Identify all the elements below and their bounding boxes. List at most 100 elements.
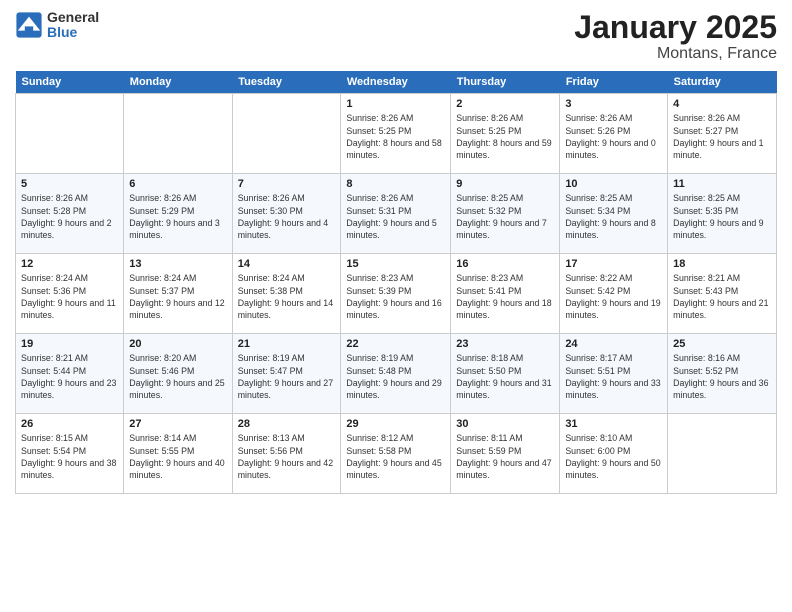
day-of-week-header: Wednesday (341, 71, 451, 94)
calendar-cell: 7Sunrise: 8:26 AMSunset: 5:30 PMDaylight… (232, 174, 341, 254)
title-block: January 2025 Montans, France (574, 10, 777, 63)
day-number: 5 (21, 178, 118, 190)
day-number: 27 (129, 418, 226, 430)
sunset-label: Sunset: 5:28 PM (21, 206, 86, 216)
sunrise-label: Sunrise: 8:10 AM (565, 433, 632, 443)
sunrise-label: Sunrise: 8:20 AM (129, 353, 196, 363)
calendar-cell: 24 Sunrise: 8:17 AM Sunset: 5:51 PM Dayligh… (560, 334, 668, 414)
day-number: 30 (456, 418, 554, 430)
day-info: Sunrise: 8:22 AMSunset: 5:42 PMDaylight:… (565, 272, 662, 321)
daylight-label: Daylight: 9 hours and 45 minutes. (346, 458, 441, 480)
day-info: Sunrise: 8:24 AMSunset: 5:37 PMDaylight:… (129, 272, 226, 321)
sunrise-label: Sunrise: 8:25 AM (673, 193, 740, 203)
sunrise-label: Sunrise: 8:15 AM (21, 433, 88, 443)
day-number: 14 (238, 258, 336, 270)
calendar-cell: 17Sunrise: 8:22 AMSunset: 5:42 PMDayligh… (560, 254, 668, 334)
sunset-label: Sunset: 5:26 PM (565, 126, 630, 136)
sunset-label: Sunset: 6:00 PM (565, 446, 630, 456)
sunrise-label: Sunrise: 8:17 AM (565, 353, 632, 363)
daylight-label: Daylight: 9 hours and 11 minutes. (21, 298, 116, 320)
calendar-cell: 20Sunrise: 8:20 AMSunset: 5:46 PMDayligh… (124, 334, 232, 414)
day-info: Sunrise: 8:26 AMSunset: 5:31 PMDaylight:… (346, 192, 445, 241)
sunrise-label: Sunrise: 8:26 AM (129, 193, 196, 203)
sunset-label: Sunset: 5:51 PM (565, 366, 630, 376)
sunrise-label: Sunrise: 8:26 AM (238, 193, 305, 203)
day-number: 4 (673, 98, 771, 110)
day-info: Sunrise: 8:24 AMSunset: 5:36 PMDaylight:… (21, 272, 118, 321)
sunset-label: Sunset: 5:30 PM (238, 206, 303, 216)
day-info: Sunrise: 8:26 AMSunset: 5:27 PMDaylight:… (673, 112, 771, 161)
header: General Blue January 2025 Montans, Franc… (15, 10, 777, 63)
day-info: Sunrise: 8:21 AMSunset: 5:43 PMDaylight:… (673, 272, 771, 321)
day-number: 20 (129, 338, 226, 350)
sunrise-label: Sunrise: 8:22 AM (565, 273, 632, 283)
logo-icon (15, 11, 43, 39)
calendar-cell: 26Sunrise: 8:15 AMSunset: 5:54 PMDayligh… (16, 414, 124, 494)
calendar-cell: 18Sunrise: 8:21 AMSunset: 5:43 PMDayligh… (668, 254, 777, 334)
sunset-label: Sunset: 5:27 PM (673, 126, 738, 136)
sunrise-label: Sunrise: 8:13 AM (238, 433, 305, 443)
calendar-cell: 22Sunrise: 8:19 AMSunset: 5:48 PMDayligh… (341, 334, 451, 414)
day-of-week-header: Saturday (668, 71, 777, 94)
sunset-label: Sunset: 5:48 PM (346, 366, 411, 376)
calendar-cell: 2Sunrise: 8:26 AMSunset: 5:25 PMDaylight… (451, 94, 560, 174)
calendar-cell: 31Sunrise: 8:10 AMSunset: 6:00 PMDayligh… (560, 414, 668, 494)
day-info: Sunrise: 8:12 AMSunset: 5:58 PMDaylight:… (346, 432, 445, 481)
sunrise-label: Sunrise: 8:26 AM (21, 193, 88, 203)
calendar-cell: 14Sunrise: 8:24 AMSunset: 5:38 PMDayligh… (232, 254, 341, 334)
day-number: 24 (565, 338, 662, 350)
sunrise-label: Sunrise: 8:26 AM (565, 113, 632, 123)
sunrise-label: Sunrise: 8:12 AM (346, 433, 413, 443)
daylight-label: Daylight: 9 hours and 47 minutes. (456, 458, 551, 480)
calendar-cell: 5Sunrise: 8:26 AMSunset: 5:28 PMDaylight… (16, 174, 124, 254)
day-info: Sunrise: 8:25 AMSunset: 5:32 PMDaylight:… (456, 192, 554, 241)
daylight-label: Daylight: 9 hours and 36 minutes. (673, 378, 768, 400)
calendar-cell: 12 Sunrise: 8:24 AMSunset: 5:36 PMDayligh… (16, 254, 124, 334)
day-number: 7 (238, 178, 336, 190)
day-info: Sunrise: 8:23 AMSunset: 5:41 PMDaylight:… (456, 272, 554, 321)
day-number: 26 (21, 418, 118, 430)
calendar-cell: 15Sunrise: 8:23 AMSunset: 5:39 PMDayligh… (341, 254, 451, 334)
calendar-cell: 6Sunrise: 8:26 AMSunset: 5:29 PMDaylight… (124, 174, 232, 254)
day-info: Sunrise: 8:25 AMSunset: 5:34 PMDaylight:… (565, 192, 662, 241)
sunset-label: Sunset: 5:44 PM (21, 366, 86, 376)
calendar-cell: 4 Sunrise: 8:26 AMSunset: 5:27 PMDaylight… (668, 94, 777, 174)
daylight-label: Daylight: 9 hours and 9 minutes. (673, 218, 763, 240)
day-number: 12 (21, 258, 118, 270)
logo-blue-text: Blue (47, 25, 99, 40)
sunrise-label: Sunrise: 8:24 AM (21, 273, 88, 283)
sunrise-label: Sunrise: 8:21 AM (21, 353, 88, 363)
day-number: 25 (673, 338, 771, 350)
day-number: 3 (565, 98, 662, 110)
day-number: 15 (346, 258, 445, 270)
sunset-label: Sunset: 5:39 PM (346, 286, 411, 296)
sunset-label: Sunset: 5:31 PM (346, 206, 411, 216)
logo-general-text: General (47, 10, 99, 25)
daylight-label: Daylight: 9 hours and 25 minutes. (129, 378, 224, 400)
day-number: 29 (346, 418, 445, 430)
calendar-week-row: 12 Sunrise: 8:24 AMSunset: 5:36 PMDayligh… (16, 254, 777, 334)
daylight-label: Daylight: 9 hours and 33 minutes. (565, 378, 660, 400)
month-title: January 2025 (574, 10, 777, 45)
calendar-cell (668, 414, 777, 494)
calendar-table: SundayMondayTuesdayWednesdayThursdayFrid… (15, 71, 777, 494)
day-info: Sunrise: 8:16 AMSunset: 5:52 PMDaylight:… (673, 352, 771, 401)
calendar-cell: 10Sunrise: 8:25 AMSunset: 5:34 PMDayligh… (560, 174, 668, 254)
sunset-label: Sunset: 5:38 PM (238, 286, 303, 296)
day-number: 22 (346, 338, 445, 350)
calendar-week-row: 19Sunrise: 8:21 AMSunset: 5:44 PMDayligh… (16, 334, 777, 414)
daylight-label: Daylight: 9 hours and 7 minutes. (456, 218, 546, 240)
calendar-cell: 30Sunrise: 8:11 AMSunset: 5:59 PMDayligh… (451, 414, 560, 494)
day-number: 8 (346, 178, 445, 190)
sunrise-label: Sunrise: 8:19 AM (346, 353, 413, 363)
day-info: Sunrise: 8:26 AMSunset: 5:28 PMDaylight:… (21, 192, 118, 241)
daylight-label: Daylight: 9 hours and 40 minutes. (129, 458, 224, 480)
sunrise-label: Sunrise: 8:26 AM (456, 113, 523, 123)
calendar-cell: 21Sunrise: 8:19 AMSunset: 5:47 PMDayligh… (232, 334, 341, 414)
day-info: Sunrise: 8:26 AMSunset: 5:25 PMDaylight:… (346, 112, 445, 161)
day-of-week-header: Thursday (451, 71, 560, 94)
calendar-cell: 28Sunrise: 8:13 AMSunset: 5:56 PMDayligh… (232, 414, 341, 494)
calendar-header-row: SundayMondayTuesdayWednesdayThursdayFrid… (16, 71, 777, 94)
daylight-label: Daylight: 9 hours and 38 minutes. (21, 458, 116, 480)
daylight-label: Daylight: 9 hours and 0 minutes. (565, 138, 655, 160)
